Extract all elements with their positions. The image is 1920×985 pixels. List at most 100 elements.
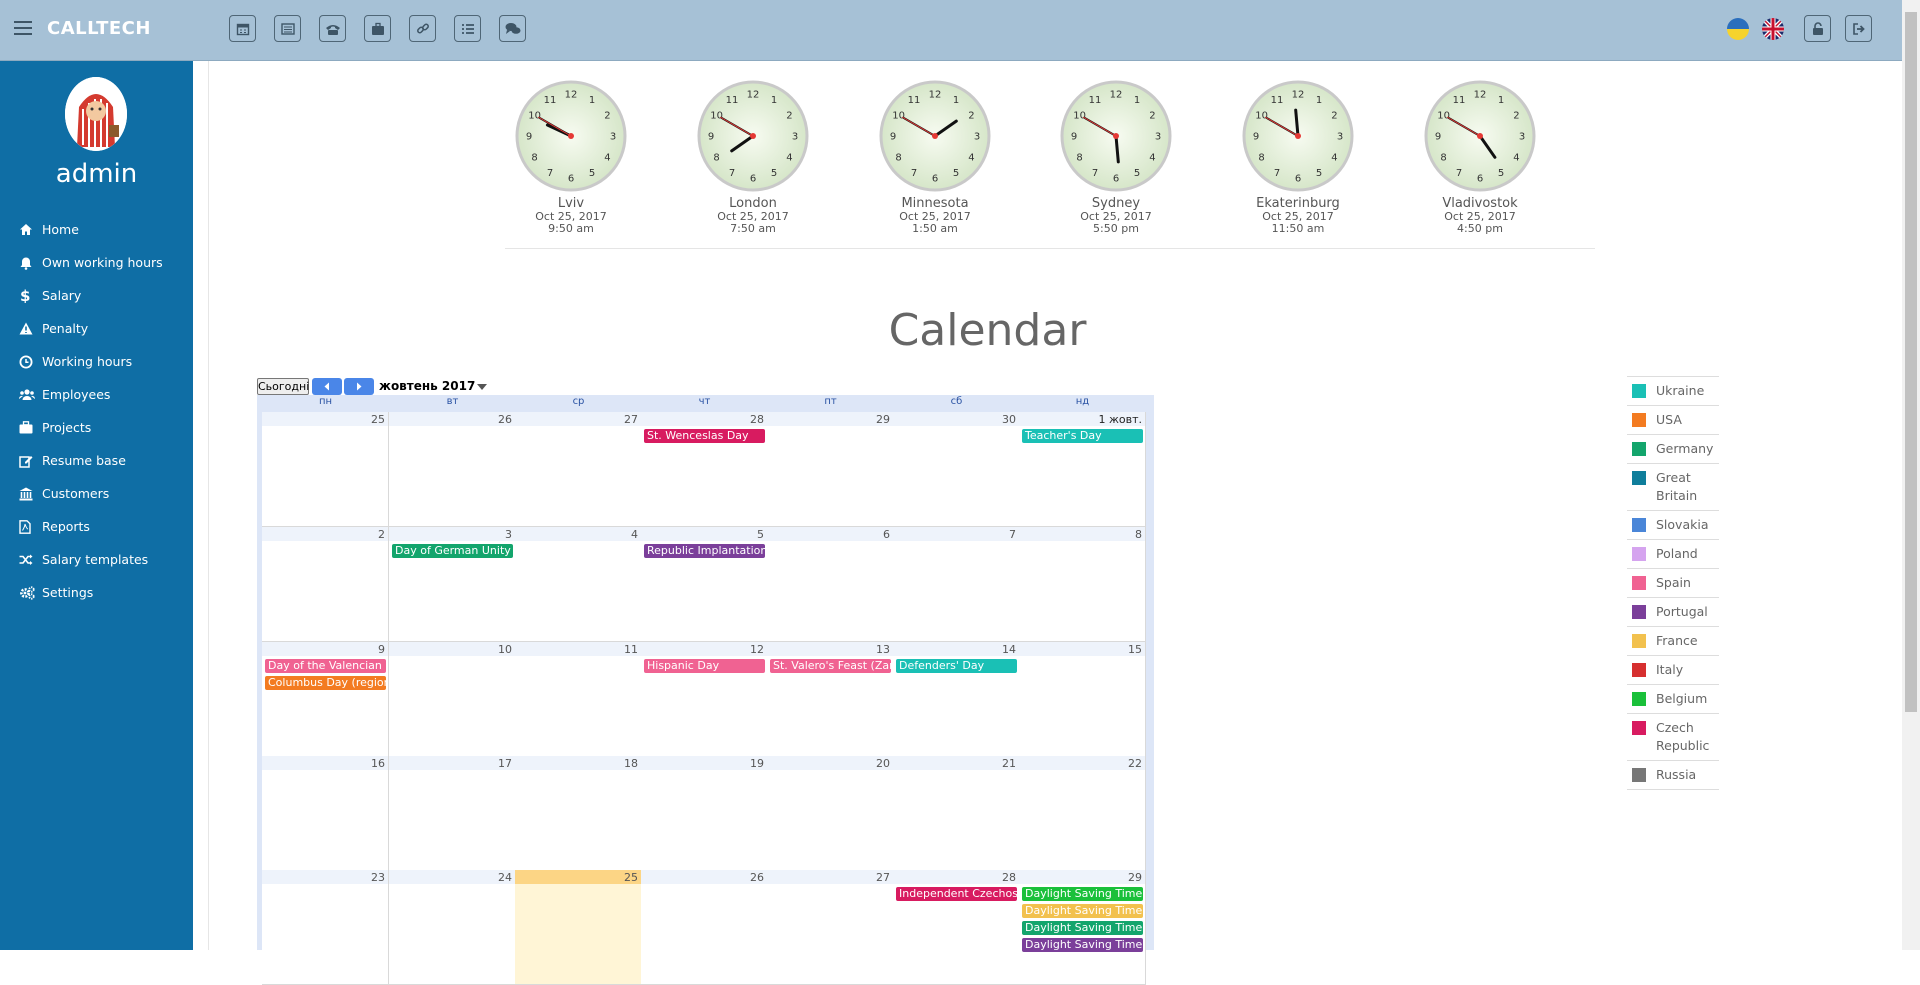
sidebar-item-settings[interactable]: Settings [0, 576, 193, 609]
day-number: 22 [1128, 757, 1142, 770]
world-clock: 1 2 3 4 5 6 7 8 9 10 11 12 Lviv Oct 25, 2017 9:50 am [501, 80, 641, 235]
calendar-day-cell[interactable]: 23 [262, 870, 389, 985]
svg-text:7: 7 [547, 168, 553, 179]
calendar-day-cell[interactable]: 6 [767, 527, 894, 642]
svg-text:7: 7 [1274, 168, 1280, 179]
svg-text:12: 12 [747, 90, 760, 101]
brand-logo[interactable]: CALLTECH [47, 18, 151, 39]
calendar-day-cell[interactable]: 8 [1019, 527, 1146, 642]
legend-label: Russia [1656, 767, 1697, 782]
month-dropdown-icon[interactable] [477, 384, 487, 390]
svg-text:9: 9 [890, 132, 896, 143]
day-header [641, 870, 767, 884]
sidebar-item-own-working-hours[interactable]: Own working hours [0, 246, 193, 279]
calendar-event[interactable]: Independent Czechoslovak State Day [896, 887, 1017, 901]
avatar[interactable] [65, 77, 127, 151]
svg-text:8: 8 [531, 153, 537, 164]
calendar-day-cell[interactable]: 27 [515, 412, 642, 527]
svg-text:5: 5 [589, 168, 595, 179]
calendar-day-cell[interactable]: 7 [893, 527, 1020, 642]
briefcase-button[interactable] [364, 15, 391, 42]
legend-item: Great Britain [1627, 464, 1719, 511]
calendar-event[interactable]: Day of German Unity [392, 544, 513, 558]
day-number: 8 [1135, 528, 1142, 541]
calendar-day-cell[interactable]: 20 [767, 756, 894, 871]
calendar-day-cell[interactable]: 10 [389, 642, 516, 757]
calendar-event[interactable]: St. Wenceslas Day [644, 429, 765, 443]
sidebar-item-home[interactable]: Home [0, 213, 193, 246]
calendar-event[interactable]: St. Valero's Feast (Zaragoza) [770, 659, 891, 673]
calendar-event[interactable]: Teacher's Day [1022, 429, 1143, 443]
list-button[interactable] [454, 15, 481, 42]
calendar-day-cell[interactable]: 22 [1019, 756, 1146, 871]
calendar-event[interactable]: Daylight Saving Time [1022, 887, 1143, 901]
calendar-day-cell[interactable]: 29 [767, 412, 894, 527]
phone-button[interactable] [319, 15, 346, 42]
legend-label: Spain [1656, 575, 1691, 590]
svg-text:6: 6 [1113, 174, 1119, 185]
day-header [893, 527, 1019, 541]
calendar-day-cell[interactable]: 17 [389, 756, 516, 871]
calendar-event[interactable]: Hispanic Day [644, 659, 765, 673]
sidebar-item-employees[interactable]: Employees [0, 378, 193, 411]
logout-button[interactable] [1845, 15, 1872, 42]
svg-text:1: 1 [1134, 95, 1140, 106]
day-number: 2 [378, 528, 385, 541]
analog-clock-face: 123456789101112 [515, 80, 627, 192]
calendar-button[interactable] [229, 15, 256, 42]
prev-month-button[interactable] [312, 378, 342, 395]
calendar-day-cell[interactable]: 24 [389, 870, 516, 985]
calendar-event[interactable]: Columbus Day (regional) [265, 676, 386, 690]
ukraine-flag-icon[interactable] [1727, 18, 1749, 40]
calendar-day-cell[interactable]: 16 [262, 756, 389, 871]
calendar-day-cell[interactable]: 26 [389, 412, 516, 527]
sidebar-item-projects[interactable]: Projects [0, 411, 193, 444]
calendar-event[interactable]: Republic Implantation [644, 544, 765, 558]
calendar-day-cell[interactable]: 25 [515, 870, 642, 985]
calendar-day-cell[interactable]: 4 [515, 527, 642, 642]
sidebar-item-customers[interactable]: Customers [0, 477, 193, 510]
calendar-day-cell[interactable]: 19 [641, 756, 768, 871]
day-header [1019, 870, 1145, 884]
uk-flag-icon[interactable] [1762, 18, 1784, 40]
svg-text:7: 7 [1456, 168, 1462, 179]
calendar-day-cell[interactable]: 11 [515, 642, 642, 757]
calendar-event[interactable]: Defenders' Day [896, 659, 1017, 673]
day-number: 25 [371, 413, 385, 426]
scrollbar-thumb[interactable] [1905, 12, 1917, 712]
calendar-event[interactable]: Day of the Valencian Community [265, 659, 386, 673]
svg-text:3: 3 [1337, 132, 1343, 143]
sidebar-item-reports[interactable]: Reports [0, 510, 193, 543]
day-number: 11 [624, 643, 638, 656]
calendar-day-cell[interactable]: 21 [893, 756, 1020, 871]
legend-swatch [1632, 442, 1646, 456]
link-button[interactable] [409, 15, 436, 42]
calendar-day-cell[interactable]: 15 [1019, 642, 1146, 757]
day-number: 12 [750, 643, 764, 656]
comments-button[interactable] [499, 15, 526, 42]
svg-text:9: 9 [708, 132, 714, 143]
calendar-day-cell[interactable]: 18 [515, 756, 642, 871]
sidebar-item-resume-base[interactable]: Resume base [0, 444, 193, 477]
menu-toggle-icon[interactable] [14, 21, 32, 37]
clock-city: Ekaterinburg [1256, 196, 1340, 211]
svg-text:10: 10 [1073, 111, 1086, 122]
calendar-day-cell[interactable]: 26 [641, 870, 768, 985]
legend-swatch [1632, 413, 1646, 427]
today-button[interactable]: Сьогодні [257, 378, 309, 395]
sidebar-item-salary-templates[interactable]: Salary templates [0, 543, 193, 576]
calendar-day-cell[interactable]: 30 [893, 412, 1020, 527]
day-number: 7 [1009, 528, 1016, 541]
next-month-button[interactable] [344, 378, 374, 395]
calendar-day-cell[interactable]: 2 [262, 527, 389, 642]
calendar-day-cell[interactable]: 27 [767, 870, 894, 985]
legend-item: Portugal [1627, 598, 1719, 627]
calendar-day-cell[interactable]: 25 [262, 412, 389, 527]
list-alt-button[interactable] [274, 15, 301, 42]
sidebar-item-label: Salary templates [42, 552, 149, 567]
day-header [1019, 756, 1145, 770]
calendar-event[interactable]: Daylight Saving Time [1022, 904, 1143, 918]
calendar-event[interactable]: Daylight Saving Time [1022, 921, 1143, 935]
svg-text:12: 12 [1292, 90, 1305, 101]
lock-button[interactable] [1804, 15, 1831, 42]
